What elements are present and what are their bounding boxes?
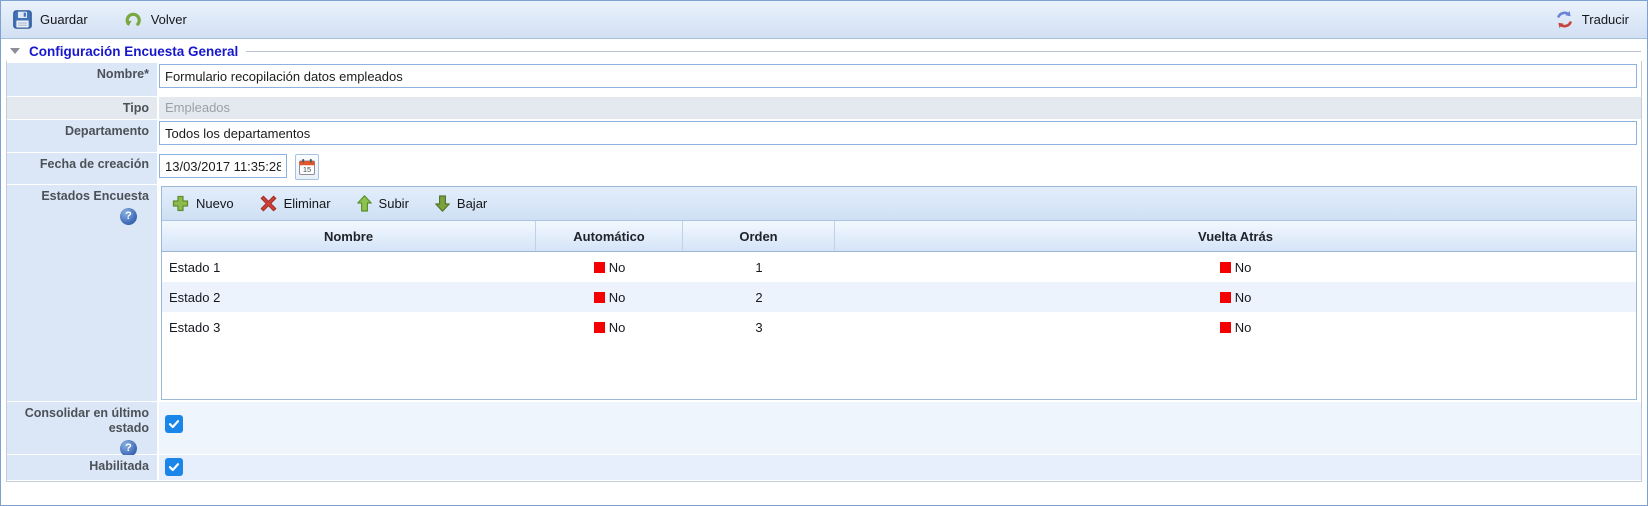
cell-vuelta-atras: No	[835, 282, 1636, 312]
back-icon	[124, 10, 143, 29]
translate-icon	[1555, 10, 1574, 29]
fieldset-legend: Configuración Encuesta General	[1, 39, 1647, 61]
nombre-input[interactable]	[159, 64, 1637, 88]
table-row[interactable]: Estado 2 No 2 No	[162, 282, 1636, 312]
save-button[interactable]: Guardar	[13, 10, 88, 29]
delete-x-icon	[260, 195, 277, 212]
arrow-down-icon	[435, 195, 450, 212]
grid-header: Nombre Automático Orden Vuelta Atrás	[162, 221, 1636, 252]
flag-no-icon	[594, 292, 605, 303]
form-row-departamento: Departamento	[7, 120, 1641, 152]
cell-vuelta-atras: No	[835, 252, 1636, 282]
habilitada-label: Habilitada	[7, 455, 157, 480]
flag-no-icon	[594, 322, 605, 333]
fecha-label: Fecha de creación	[7, 153, 157, 184]
form-row-fecha: Fecha de creación 15	[7, 153, 1641, 184]
fecha-input[interactable]	[159, 154, 287, 178]
tipo-label: Tipo	[7, 97, 157, 119]
collapse-chevron-icon[interactable]	[10, 48, 20, 54]
departamento-input[interactable]	[159, 121, 1637, 145]
calendar-button[interactable]: 15	[295, 154, 319, 180]
column-header-orden[interactable]: Orden	[683, 221, 835, 251]
table-row[interactable]: Estado 1 No 1 No	[162, 252, 1636, 282]
departamento-label: Departamento	[7, 120, 157, 152]
back-button-label: Volver	[151, 12, 187, 27]
translate-button-label: Traducir	[1582, 12, 1629, 27]
cell-vuelta-atras: No	[835, 312, 1636, 342]
form-row-tipo: Tipo Empleados	[7, 97, 1641, 119]
cell-automatico: No	[536, 252, 683, 282]
cell-nombre: Estado 2	[162, 282, 536, 312]
estados-label: Estados Encuesta	[9, 189, 149, 204]
top-toolbar: Guardar Volver Traducir	[1, 1, 1647, 39]
grid-body: Estado 1 No 1 No Estado 2 No 2 No Estado…	[162, 252, 1636, 399]
flag-no-icon	[1220, 292, 1231, 303]
save-button-label: Guardar	[40, 12, 88, 27]
app-window: Guardar Volver Traducir	[0, 0, 1648, 506]
table-row[interactable]: Estado 3 No 3 No	[162, 312, 1636, 342]
column-header-nombre[interactable]: Nombre	[162, 221, 536, 251]
flag-no-icon	[1220, 322, 1231, 333]
column-header-vuelta-atras[interactable]: Vuelta Atrás	[835, 221, 1636, 251]
cell-nombre: Estado 1	[162, 252, 536, 282]
delete-state-label: Eliminar	[284, 196, 331, 211]
calendar-icon: 15	[298, 158, 316, 176]
form-row-habilitada: Habilitada	[7, 455, 1641, 480]
cell-nombre: Estado 3	[162, 312, 536, 342]
estados-grid: Nuevo Eliminar	[161, 186, 1637, 400]
fieldset-border-line	[246, 51, 1641, 52]
move-down-button[interactable]: Bajar	[435, 195, 487, 212]
consolidar-checkbox[interactable]	[165, 415, 183, 433]
cell-orden: 2	[683, 282, 835, 312]
flag-no-icon	[594, 262, 605, 273]
back-button[interactable]: Volver	[124, 10, 187, 29]
form-row-nombre: Nombre*	[7, 63, 1641, 96]
column-header-automatico[interactable]: Automático	[536, 221, 683, 251]
checkmark-icon	[168, 418, 180, 430]
translate-button[interactable]: Traducir	[1555, 10, 1629, 29]
move-up-label: Subir	[379, 196, 409, 211]
move-down-label: Bajar	[457, 196, 487, 211]
nombre-label: Nombre*	[7, 63, 157, 96]
habilitada-checkbox[interactable]	[165, 458, 183, 476]
calendar-day-number: 15	[302, 165, 310, 174]
plus-icon	[172, 195, 189, 212]
cell-orden: 3	[683, 312, 835, 342]
move-up-button[interactable]: Subir	[357, 195, 409, 212]
save-floppy-icon	[13, 10, 32, 29]
cell-orden: 1	[683, 252, 835, 282]
cell-automatico: No	[536, 282, 683, 312]
cell-automatico: No	[536, 312, 683, 342]
estados-help-icon[interactable]	[120, 208, 137, 225]
checkmark-icon	[168, 461, 180, 473]
flag-no-icon	[1220, 262, 1231, 273]
consolidar-label: Consolidar en último estado	[9, 406, 149, 436]
tipo-value: Empleados	[159, 97, 1641, 119]
form-row-consolidar: Consolidar en último estado	[7, 402, 1641, 454]
grid-toolbar: Nuevo Eliminar	[162, 187, 1636, 221]
new-state-label: Nuevo	[196, 196, 234, 211]
form-row-estados: Estados Encuesta Nuevo	[7, 185, 1641, 401]
delete-state-button[interactable]: Eliminar	[260, 195, 331, 212]
fieldset-title: Configuración Encuesta General	[29, 44, 238, 59]
arrow-up-icon	[357, 195, 372, 212]
new-state-button[interactable]: Nuevo	[172, 195, 234, 212]
fieldset-body: Nombre* Tipo Empleados Departamento Fech…	[6, 61, 1642, 482]
